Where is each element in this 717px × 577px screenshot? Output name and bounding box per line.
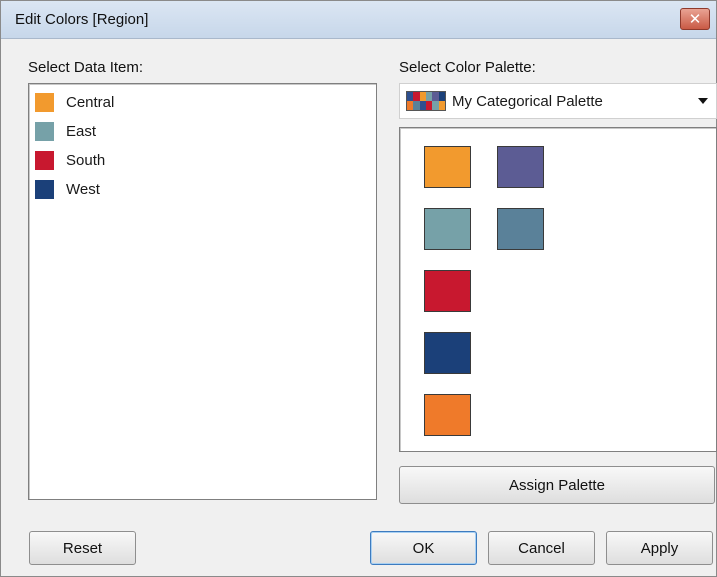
palette-swatch[interactable] <box>497 146 544 188</box>
palette-swatch[interactable] <box>424 146 471 188</box>
palette-swatch[interactable] <box>424 394 471 436</box>
color-swatch <box>35 179 54 199</box>
ok-button[interactable]: OK <box>370 531 477 565</box>
chevron-down-icon[interactable] <box>698 98 708 104</box>
list-item-label: Central <box>66 93 115 111</box>
palette-swatch[interactable] <box>424 332 471 374</box>
apply-button[interactable]: Apply <box>606 531 713 565</box>
color-swatch <box>35 150 54 170</box>
select-color-palette-label: Select Color Palette: <box>399 59 536 76</box>
reset-button[interactable]: Reset <box>29 531 136 565</box>
select-data-item-label: Select Data Item: <box>28 59 144 76</box>
list-item-central[interactable]: Central <box>35 90 365 114</box>
list-item-south[interactable]: South <box>35 148 365 172</box>
list-item-label: South <box>66 151 106 169</box>
assign-palette-button[interactable]: Assign Palette <box>399 466 715 504</box>
palette-name: My Categorical Palette <box>452 92 603 110</box>
window-title: Edit Colors [Region] <box>15 11 149 28</box>
palette-swatch[interactable] <box>424 270 471 312</box>
list-item-label: West <box>66 180 100 198</box>
color-swatch <box>35 121 54 141</box>
palette-swatch-panel <box>399 127 717 452</box>
close-icon: ✕ <box>688 10 702 28</box>
color-swatch <box>35 92 54 112</box>
title-bar: Edit Colors [Region] ✕ <box>1 1 716 39</box>
palette-swatch[interactable] <box>424 208 471 250</box>
list-item-west[interactable]: West <box>35 177 365 201</box>
palette-dropdown[interactable]: My Categorical Palette <box>399 83 717 119</box>
list-item-east[interactable]: East <box>35 119 365 143</box>
cancel-button[interactable]: Cancel <box>488 531 595 565</box>
palette-swatch[interactable] <box>497 208 544 250</box>
palette-preview-icon <box>406 91 446 111</box>
data-item-list[interactable]: Central East South West <box>28 83 377 500</box>
list-item-label: East <box>66 122 97 140</box>
edit-colors-dialog: Edit Colors [Region] ✕ Select Data Item:… <box>0 0 717 577</box>
close-button[interactable]: ✕ <box>680 8 710 30</box>
